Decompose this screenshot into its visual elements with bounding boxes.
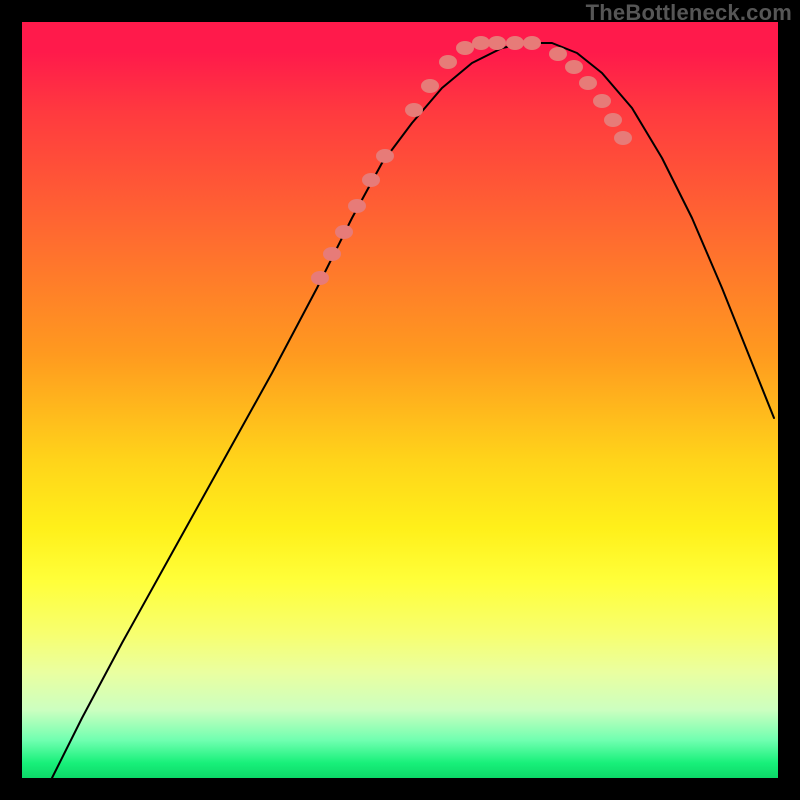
highlight-dot (456, 41, 474, 55)
highlight-dot (488, 36, 506, 50)
highlight-dot (323, 247, 341, 261)
highlight-dot (439, 55, 457, 69)
highlight-dots (311, 36, 632, 285)
highlight-dot (604, 113, 622, 127)
plot-area (22, 22, 778, 778)
highlight-dot (506, 36, 524, 50)
highlight-dot (472, 36, 490, 50)
highlight-dot (335, 225, 353, 239)
highlight-dot (405, 103, 423, 117)
highlight-dot (421, 79, 439, 93)
highlight-dot (523, 36, 541, 50)
highlight-dot (549, 47, 567, 61)
highlight-dot (565, 60, 583, 74)
highlight-dot (348, 199, 366, 213)
chart-svg (22, 22, 778, 778)
highlight-dot (376, 149, 394, 163)
bottleneck-curve (52, 43, 774, 778)
highlight-dot (614, 131, 632, 145)
chart-frame (20, 20, 780, 780)
highlight-dot (311, 271, 329, 285)
highlight-dot (362, 173, 380, 187)
highlight-dot (579, 76, 597, 90)
highlight-dot (593, 94, 611, 108)
